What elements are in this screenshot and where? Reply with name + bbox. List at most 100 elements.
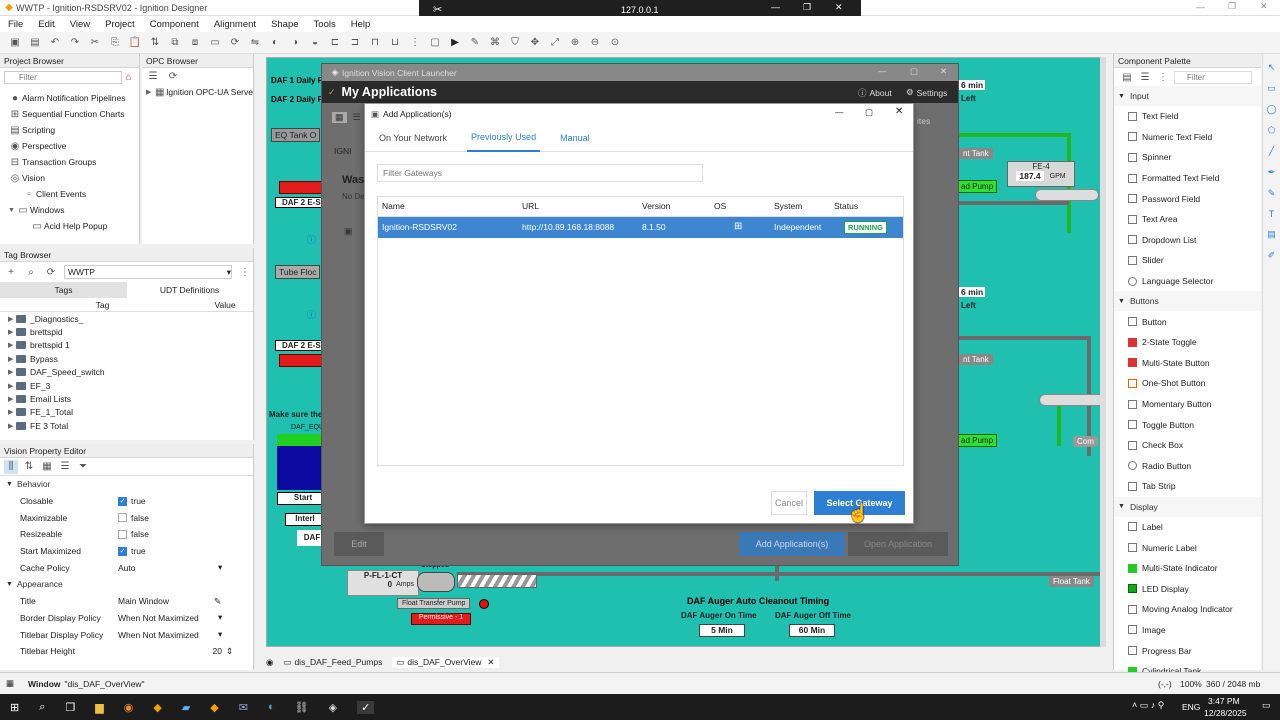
notification-icon[interactable]: ▭ (1262, 700, 1271, 711)
tag-brettspid[interactable]: ▶ brettspid (8, 325, 253, 338)
search-icon[interactable]: ⌕ (24, 265, 38, 279)
prop-maximizable[interactable]: Maximizable false (0, 509, 253, 526)
table-row[interactable]: Ignition-RSDSRV02 http://10.89.168.18:80… (378, 217, 903, 238)
chevron-right-icon[interactable]: ▶ (8, 422, 16, 430)
pencil-icon[interactable]: ✎ (1268, 188, 1276, 199)
gradient-icon[interactable]: ▤ (1267, 229, 1276, 240)
project-filter-input[interactable] (4, 70, 122, 84)
palette-text-area[interactable]: Text Area (1114, 209, 1261, 230)
palette-image[interactable]: Image (1114, 620, 1261, 641)
palette-section-buttons[interactable]: ▼ Buttons (1114, 291, 1261, 312)
info-icon[interactable]: ⓘ (307, 233, 316, 246)
chevron-right-icon[interactable]: ▶ (8, 395, 16, 403)
palette-check-box[interactable]: Check Box (1114, 435, 1261, 456)
polygon-icon[interactable]: ⬠ (1268, 125, 1276, 136)
redo-icon[interactable]: ↷ (68, 36, 82, 50)
section-appearance[interactable]: ▼ Appearance (0, 576, 253, 593)
edge-icon[interactable]: ◐ (268, 701, 275, 713)
tab-on-your-network[interactable]: On Your Network (379, 133, 447, 143)
add-icon[interactable]: + (4, 265, 18, 279)
menu-shape[interactable]: Shape (271, 19, 298, 30)
prop-cache-policy[interactable]: Cache Policy Auto ▾ (0, 559, 253, 576)
chevron-right-icon[interactable]: ▶ (146, 88, 153, 96)
prop-titlebar-display-policy[interactable]: Titlebar Display Policy When Not Maximize… (0, 626, 253, 643)
pen-icon[interactable]: ✒ (1268, 167, 1276, 178)
zoom-reset-icon[interactable]: ⊙ (608, 36, 622, 50)
palette-led-display[interactable]: LED Display (1114, 578, 1261, 599)
tag-diagnostics[interactable]: ▶ _Diagnostics_ (8, 312, 253, 325)
menu-tools[interactable]: Tools (314, 19, 336, 30)
palette-multi-state-indicator[interactable]: Multi-State Indicator (1114, 558, 1261, 579)
tag-fe-1-total[interactable]: ▶ FE_1_Total (8, 406, 253, 419)
prop-resizeable[interactable]: Resizeable false (0, 526, 253, 543)
chevron-right-icon[interactable]: ▶ (8, 355, 16, 363)
undo-icon[interactable]: ↶ (48, 36, 62, 50)
tag-fe-3-total[interactable]: ▶ FE 3 Total (8, 419, 253, 432)
menu-file[interactable]: File (8, 19, 23, 30)
palette-progress-bar[interactable]: Progress Bar (1114, 640, 1261, 661)
disconnect-icon[interactable]: ✂ (433, 3, 442, 16)
tree-item-windows[interactable]: ▼ ▭ Windows (8, 202, 139, 218)
settings-link[interactable]: ⚙ Settings (906, 87, 947, 98)
tab-manual[interactable]: Manual (560, 133, 590, 143)
palette-spinner[interactable]: Spinner (1114, 147, 1261, 168)
auger-off-value[interactable]: 60 Min (789, 624, 835, 637)
tree-item-transaction-groups[interactable]: ⊟ Transaction Groups (8, 154, 139, 170)
chevron-down-icon[interactable]: ▾ (218, 562, 222, 573)
line-icon[interactable]: ╱ (1269, 146, 1274, 157)
tab-udt-definitions[interactable]: UDT Definitions (127, 282, 252, 298)
filter-icon[interactable]: ⏷ (76, 460, 90, 474)
sort-icon[interactable]: ⇅ (22, 460, 36, 474)
difference-icon[interactable]: ◑ (288, 36, 302, 50)
save-all-icon[interactable]: ▤ (28, 36, 42, 50)
palette-filter-input[interactable] (1174, 70, 1252, 84)
refresh-icon[interactable]: ⟳ (44, 265, 58, 279)
tree-icon[interactable]: ⋮ (1156, 70, 1170, 84)
palette-password-field[interactable]: Password Field (1114, 188, 1261, 209)
chevron-right-icon[interactable]: ▶ (8, 368, 16, 376)
clock-time[interactable]: 3:47 PM (1208, 696, 1240, 706)
text-icon[interactable]: T (1269, 209, 1275, 219)
pan-icon[interactable]: ✥ (528, 36, 542, 50)
mail-icon[interactable]: ✉ (239, 701, 248, 714)
kepware-icon[interactable]: ◈ (329, 701, 337, 714)
prop-border-display-policy[interactable]: Border Display Policy When Not Maximized ▾ (0, 610, 253, 627)
layout-icon[interactable]: ⊔ (388, 36, 402, 50)
menu-edit[interactable]: Edit (38, 19, 54, 30)
tag-brettspid-1[interactable]: ▶ brettspid 1 (8, 339, 253, 352)
tab-previously-used[interactable]: Previously Used (467, 124, 541, 152)
network-app-icon[interactable]: ⛓ (295, 701, 309, 714)
palette-text-field[interactable]: Text Field (1114, 106, 1261, 127)
tab-tags[interactable]: Tags (0, 282, 127, 298)
dialog-maximize-icon[interactable]: ▢ (865, 107, 873, 118)
task-view-icon[interactable]: ❐ (65, 701, 75, 714)
palette-multi-state-button[interactable]: Multi-State Button (1114, 353, 1261, 374)
palette-momentary-button[interactable]: Momentary Button (1114, 394, 1261, 415)
tray-icons[interactable]: ˄ ▭ ♪ ⚲ (1132, 700, 1164, 711)
tree-item-vision[interactable]: ◎ Vision (8, 170, 139, 186)
chevron-down-icon[interactable]: ▼ (8, 207, 16, 214)
dialog-close-icon[interactable]: ✕ (895, 106, 903, 117)
minimize-icon[interactable]: — (1196, 2, 1205, 12)
add-applications-button[interactable]: Add Application(s) (739, 532, 845, 556)
menu-project[interactable]: Project (105, 19, 135, 30)
tag-bypass[interactable]: ▶ Bypass (8, 352, 253, 365)
script-icon[interactable]: ⌘ (488, 36, 502, 50)
palette-2-state-toggle[interactable]: 2-State Toggle (1114, 332, 1261, 353)
tag-ef-3[interactable]: ▶ EF_3 (8, 379, 253, 392)
list-icon[interactable]: ☰ (58, 460, 72, 474)
close-icon[interactable]: ✕ (1260, 1, 1268, 12)
paste-icon[interactable]: 📋 (128, 36, 142, 50)
list-icon[interactable]: ☰ (1138, 70, 1152, 84)
ignition-app-icon[interactable]: ◆ (153, 701, 161, 714)
opc-server-item[interactable]: ▶ ▦ Ignition OPC-UA Serve (142, 84, 253, 100)
chevron-down-icon[interactable]: ▾ (218, 612, 222, 623)
cut-icon[interactable]: ✂ (88, 36, 102, 50)
language-indicator[interactable]: ENG (1182, 702, 1200, 712)
grid-icon[interactable]: ▦ (40, 460, 54, 474)
palette-section-display[interactable]: ▼ Display (1114, 496, 1261, 517)
ungroup-icon[interactable]: ⧈ (188, 36, 202, 50)
file-explorer-icon[interactable]: ▆ (95, 701, 103, 714)
tab-eye-icon[interactable]: ◉ (266, 657, 273, 668)
auger-on-value[interactable]: 5 Min (699, 624, 745, 637)
